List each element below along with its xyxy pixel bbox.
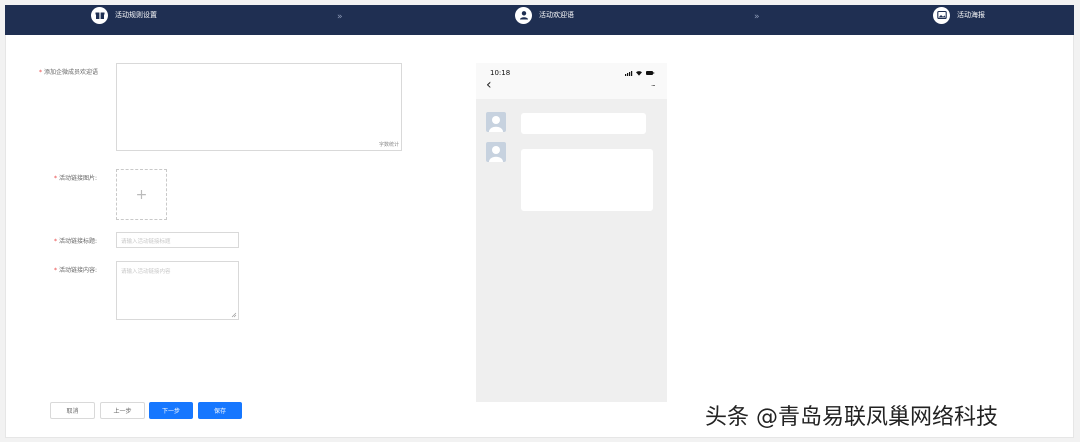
phone-status-icons	[625, 71, 655, 76]
step-label: 活动欢迎语	[539, 11, 574, 19]
resize-handle-icon[interactable]	[231, 312, 237, 318]
gift-icon	[91, 6, 108, 24]
required-mark: *	[54, 238, 57, 245]
plus-icon: +	[135, 186, 148, 203]
user-chat-icon	[515, 6, 532, 24]
step-label: 活动规则设置	[115, 11, 157, 19]
welcome-message-textarea[interactable]	[116, 63, 402, 141]
step-separator-icon: »	[754, 12, 760, 22]
phone-preview: 10:18 ‹ ···	[476, 63, 667, 402]
next-step-button[interactable]: 下一步	[149, 402, 193, 419]
link-title-placeholder: 请输入活动链接标题	[121, 239, 171, 245]
step-label: 活动海报	[957, 11, 985, 19]
avatar	[486, 142, 506, 162]
welcome-message-label-text: 添加企微成员欢迎语	[44, 69, 99, 76]
phone-header: 10:18 ‹ ···	[476, 63, 667, 99]
char-counter: 字数统计	[378, 142, 399, 148]
step-welcome[interactable]: 活动欢迎语	[515, 5, 574, 25]
image-icon	[933, 6, 950, 24]
link-image-label-text: 活动链接图片:	[59, 175, 98, 182]
avatar	[486, 112, 506, 132]
save-button[interactable]: 保存	[198, 402, 242, 419]
welcome-counter-bar: 字数统计	[116, 140, 402, 151]
chat-bubble	[521, 113, 646, 134]
required-mark: *	[54, 267, 57, 274]
link-title-label: * 活动链接标题:	[54, 236, 97, 245]
link-title-input[interactable]: 请输入活动链接标题	[116, 232, 239, 248]
step-rules[interactable]: 活动规则设置	[91, 5, 157, 25]
step-poster[interactable]: 活动海报	[933, 5, 985, 25]
link-image-label: * 活动链接图片:	[54, 173, 97, 182]
watermark: 头条 @青岛易联凤巢网络科技	[705, 405, 998, 430]
back-icon[interactable]: ‹	[486, 78, 492, 92]
link-content-textarea[interactable]: 请输入活动链接内容	[116, 261, 239, 320]
step-separator-icon: »	[337, 12, 343, 22]
prev-step-button[interactable]: 上一步	[100, 402, 145, 419]
phone-time: 10:18	[490, 69, 511, 77]
required-mark: *	[39, 69, 42, 76]
cancel-button[interactable]: 取消	[50, 402, 95, 419]
link-content-label-text: 活动链接内容:	[59, 267, 98, 274]
link-content-label: * 活动链接内容:	[54, 265, 97, 274]
link-title-label-text: 活动链接标题:	[59, 238, 98, 245]
link-card-bubble	[521, 149, 653, 211]
image-upload-button[interactable]: +	[116, 169, 167, 220]
link-content-placeholder: 请输入活动链接内容	[121, 269, 171, 275]
more-icon[interactable]: ···	[651, 82, 656, 90]
required-mark: *	[54, 175, 57, 182]
welcome-message-label: * 添加企微成员欢迎语	[39, 67, 98, 76]
